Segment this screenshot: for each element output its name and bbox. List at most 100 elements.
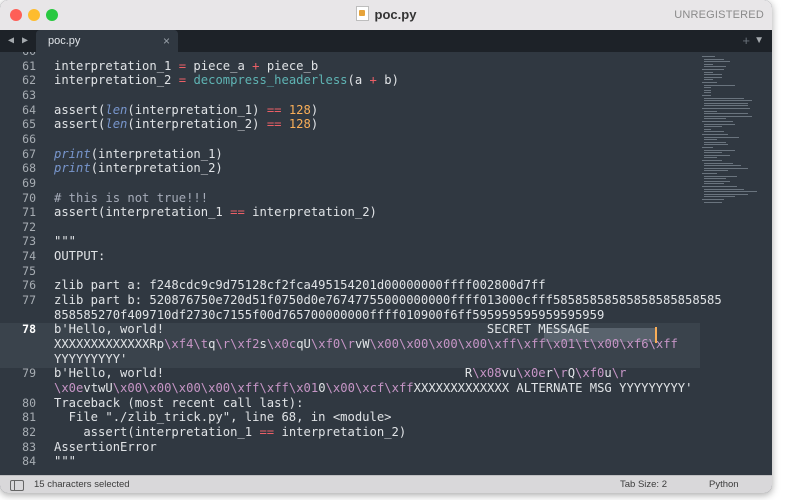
minimap-line bbox=[702, 186, 738, 187]
code-line[interactable]: b'Hello, world! SECRET MESSAGE bbox=[54, 322, 590, 336]
code-line[interactable]: b'Hello, world! R\x08vu\x0er\rQ\xf0u\r bbox=[54, 366, 626, 380]
code-line[interactable]: print(interpretation_2) bbox=[54, 161, 223, 175]
minimap-line bbox=[704, 115, 753, 117]
minimap-line bbox=[704, 139, 718, 141]
line-number: 72 bbox=[22, 219, 36, 234]
minimap-line bbox=[704, 175, 737, 177]
minimap-line bbox=[704, 170, 729, 172]
minimap-line bbox=[704, 76, 722, 78]
code-line[interactable]: OUTPUT: bbox=[54, 249, 105, 263]
line-number: 69 bbox=[22, 175, 36, 190]
tab-menu-chevron-icon[interactable]: ▼ bbox=[754, 30, 764, 52]
minimap-line bbox=[704, 157, 718, 159]
minimap-line bbox=[704, 79, 713, 81]
selection-status: 15 characters selected bbox=[34, 479, 130, 490]
minimap-line bbox=[704, 154, 731, 156]
window-title: poc.py bbox=[0, 0, 772, 30]
minimap-line bbox=[704, 201, 722, 203]
minimap-line bbox=[704, 191, 757, 193]
code-line[interactable]: zlib part b: 520876750e720d51f0750d0e767… bbox=[54, 293, 722, 307]
minimap-line bbox=[704, 118, 726, 120]
tab-size-button[interactable]: Tab Size: 2 bbox=[620, 476, 667, 493]
minimap-line bbox=[704, 141, 726, 143]
tab-close-icon[interactable]: × bbox=[163, 30, 170, 52]
minimap-line bbox=[702, 95, 711, 96]
line-number: 78 bbox=[22, 322, 36, 337]
minimap-line bbox=[702, 56, 716, 57]
minimap-line bbox=[704, 167, 748, 169]
minimap-line bbox=[704, 131, 724, 133]
minimap-line bbox=[702, 173, 718, 174]
minimap-line bbox=[704, 144, 729, 146]
syntax-button[interactable]: Python bbox=[709, 476, 739, 493]
code-line[interactable]: File "./zlib_trick.py", line 68, in <mod… bbox=[54, 410, 392, 424]
line-number: 76 bbox=[22, 278, 36, 293]
minimap-line bbox=[704, 162, 733, 164]
minimap-line bbox=[704, 178, 726, 180]
code-line[interactable]: XXXXXXXXXXXXXRp\xf4\tq\r\xf2s\x0cqU\xf0\… bbox=[54, 337, 678, 351]
minimap-line bbox=[704, 165, 742, 167]
code-line[interactable]: AssertionError bbox=[54, 440, 157, 454]
code-line[interactable]: Traceback (most recent call last): bbox=[54, 396, 303, 410]
minimap-line bbox=[704, 84, 735, 86]
code-line[interactable]: # this is not true!!! bbox=[54, 191, 208, 205]
code-line[interactable]: """ bbox=[54, 234, 76, 248]
line-number: 84 bbox=[22, 454, 36, 469]
code-line[interactable]: YYYYYYYYY' bbox=[54, 352, 127, 366]
minimap-line bbox=[702, 147, 713, 148]
minimap-line bbox=[704, 113, 748, 115]
tab-label: poc.py bbox=[48, 35, 81, 47]
editor-window: poc.py UNREGISTERED ◀ ▶ poc.py × + ▼ 606… bbox=[0, 0, 772, 493]
code-line[interactable]: assert(interpretation_1 == interpretatio… bbox=[54, 205, 377, 219]
line-number: 68 bbox=[22, 161, 36, 176]
line-number: 73 bbox=[22, 234, 36, 249]
minimap-line bbox=[702, 199, 724, 200]
minimap-line bbox=[704, 126, 722, 128]
code-line[interactable]: interpretation_2 = decompress_headerless… bbox=[54, 73, 399, 87]
minimap-line bbox=[704, 180, 731, 182]
minimap-line bbox=[702, 121, 733, 122]
line-number: 65 bbox=[22, 117, 36, 132]
code-line[interactable]: assert(len(interpretation_1) == 128) bbox=[54, 103, 318, 117]
code-line[interactable]: interpretation_1 = piece_a + piece_b bbox=[54, 59, 318, 73]
minimap-line bbox=[704, 136, 740, 138]
code-line[interactable]: print(interpretation_1) bbox=[54, 147, 223, 161]
minimap-line bbox=[704, 128, 711, 130]
minimap-line bbox=[704, 193, 748, 195]
tab-nav-arrows-icon[interactable]: ◀ ▶ bbox=[8, 30, 29, 52]
line-number: 80 bbox=[22, 395, 36, 410]
tab-poc-py[interactable]: poc.py × bbox=[36, 30, 178, 52]
line-number: 79 bbox=[22, 366, 36, 381]
minimap-line bbox=[704, 92, 711, 94]
unregistered-label: UNREGISTERED bbox=[674, 9, 764, 21]
panel-toggle-icon[interactable] bbox=[10, 480, 24, 491]
code-area[interactable]: interpretation_1 = piece_a + piece_b inte… bbox=[54, 52, 722, 475]
minimap-line bbox=[704, 89, 711, 91]
code-line[interactable]: assert(interpretation_1 == interpretatio… bbox=[54, 425, 406, 439]
minimap-line bbox=[702, 82, 718, 83]
minimap-line bbox=[702, 69, 724, 70]
minimap-line bbox=[702, 134, 729, 135]
code-line[interactable]: zlib part a: f248cdc9c9d75128cf2fca49515… bbox=[54, 278, 546, 292]
line-number: 66 bbox=[22, 131, 36, 146]
line-number: 74 bbox=[22, 249, 36, 264]
line-number: 61 bbox=[22, 58, 36, 73]
line-number: 67 bbox=[22, 146, 36, 161]
minimap-line bbox=[704, 188, 744, 190]
minimap-line bbox=[704, 196, 735, 198]
minimap-line bbox=[704, 110, 718, 112]
code-line[interactable]: 858585270f409710df2730c7155f00d765700000… bbox=[54, 308, 604, 322]
line-number: 63 bbox=[22, 87, 36, 102]
code-line[interactable]: assert(len(interpretation_2) == 128) bbox=[54, 117, 318, 131]
new-tab-icon[interactable]: + bbox=[742, 30, 750, 52]
minimap[interactable] bbox=[698, 52, 772, 475]
minimap-line bbox=[704, 61, 731, 63]
code-editor[interactable]: 606162636465666768697071727374757677 78 79… bbox=[0, 52, 772, 475]
code-line[interactable]: \x0evtwU\x00\x00\x00\x00\xff\xff\x010\x0… bbox=[54, 381, 692, 395]
code-line[interactable]: """ bbox=[54, 454, 76, 468]
tab-bar: ◀ ▶ poc.py × + ▼ bbox=[0, 30, 772, 52]
minimap-line bbox=[704, 74, 722, 76]
minimap-line bbox=[704, 123, 735, 125]
line-number: 71 bbox=[22, 205, 36, 220]
line-number: 62 bbox=[22, 73, 36, 88]
